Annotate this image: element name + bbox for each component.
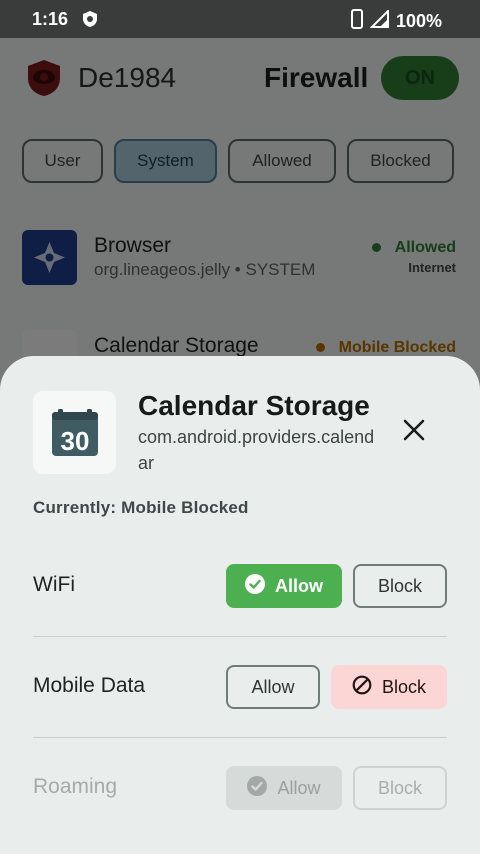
current-status: Currently: Mobile Blocked <box>33 498 249 517</box>
wifi-row: WiFi Allow Block <box>33 564 447 608</box>
vibrate-icon <box>350 9 364 34</box>
mobile-data-row: Mobile Data Allow Block <box>33 665 447 709</box>
calendar-icon: 30 <box>33 391 116 474</box>
sheet-package: com.android.providers.calendar <box>138 427 375 473</box>
divider <box>33 737 447 738</box>
status-bar: 1:16 100% <box>0 0 480 38</box>
close-icon <box>403 419 425 446</box>
close-button[interactable] <box>398 416 430 448</box>
wifi-allow-button[interactable]: Allow <box>226 564 342 608</box>
vpn-shield-icon <box>82 10 98 33</box>
mobile-data-label: Mobile Data <box>33 674 146 697</box>
mobile-allow-button[interactable]: Allow <box>226 665 320 709</box>
mobile-block-button[interactable]: Block <box>331 665 447 709</box>
roaming-allow-button: Allow <box>226 766 342 810</box>
signal-icon <box>369 8 390 33</box>
divider <box>33 636 447 637</box>
status-time: 1:16 <box>32 9 69 29</box>
battery-level: 100% <box>395 11 442 31</box>
roaming-block-button: Block <box>353 766 447 810</box>
roaming-label: Roaming <box>33 775 118 798</box>
calendar-icon-text: 30 <box>60 426 89 456</box>
app-detail-sheet: 30 Calendar Storage com.android.provider… <box>0 356 480 854</box>
sheet-title: Calendar Storage <box>138 390 370 421</box>
check-circle-icon <box>245 573 265 599</box>
wifi-block-button[interactable]: Block <box>353 564 447 608</box>
wifi-label: WiFi <box>33 573 75 596</box>
roaming-row: Roaming Allow Block <box>33 766 447 810</box>
block-icon <box>352 675 372 700</box>
check-circle-icon <box>247 775 268 801</box>
